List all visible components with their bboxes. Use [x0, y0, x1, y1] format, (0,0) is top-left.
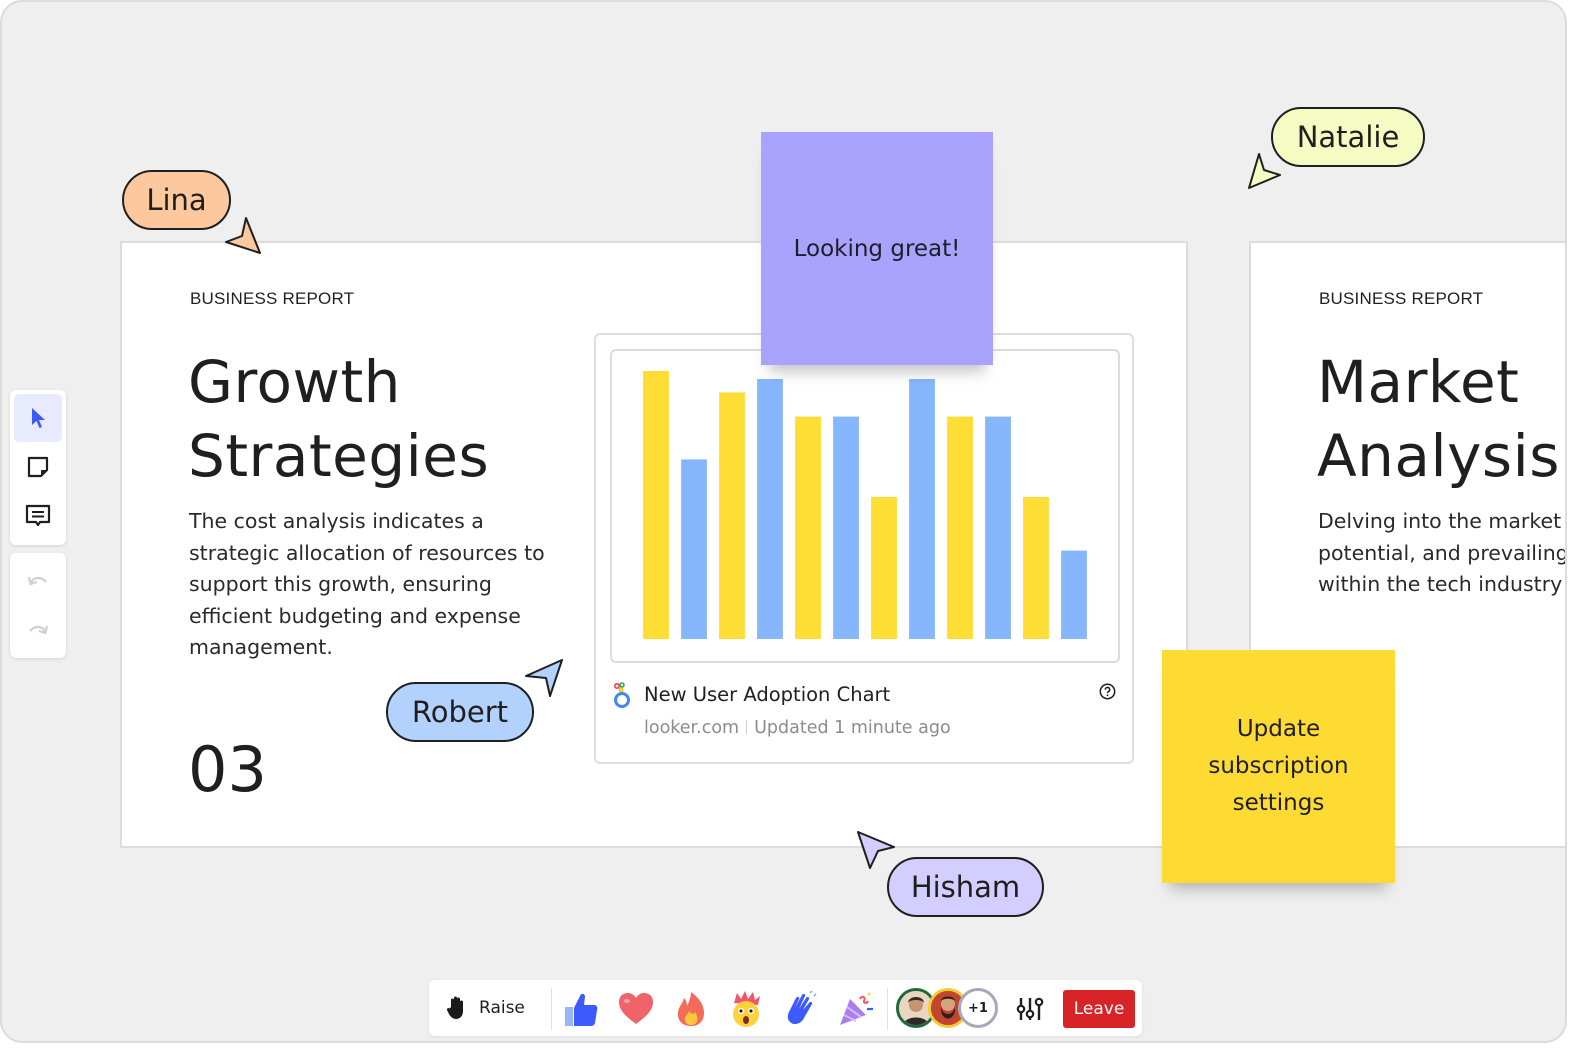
mind-blown-icon: [733, 991, 760, 1027]
cursor-pointer-icon: [1248, 153, 1281, 189]
chart-area: [610, 349, 1120, 663]
sticky-note-icon: [27, 456, 49, 478]
divider: [887, 988, 888, 1030]
sticky-note-text: Update subscription settings: [1208, 711, 1348, 822]
separator: [746, 720, 748, 734]
waving-hand-icon: [787, 990, 817, 1025]
chart-bar: [871, 497, 897, 639]
comment-tool-button[interactable]: [14, 492, 62, 540]
chart-title[interactable]: New User Adoption Chart: [644, 683, 890, 706]
slide-body-line: management.: [189, 635, 333, 659]
cursor-label-hisham: Hisham: [887, 857, 1044, 917]
more-participants-badge[interactable]: +1: [958, 988, 998, 1028]
chart-bar: [795, 416, 821, 639]
slide-body-line: strategic allocation of resources to: [189, 540, 545, 565]
help-circle-icon[interactable]: [1099, 683, 1116, 700]
reaction-mind-blown-button[interactable]: [725, 988, 767, 1030]
cursor-pointer-icon: [525, 659, 563, 697]
chart-source-line: looker.com Updated 1 minute ago: [644, 718, 951, 738]
cursor-label-lina: Lina: [122, 170, 231, 230]
redo-icon: [29, 625, 49, 635]
comment-icon: [25, 504, 51, 527]
reaction-heart-button[interactable]: [615, 988, 657, 1030]
sticky-note[interactable]: Looking great!: [761, 132, 993, 365]
chart-bar: [719, 392, 745, 639]
slide-title-line: Strategies: [188, 422, 490, 490]
slide-body-line: Delving into the market: [1318, 509, 1562, 533]
chart-bar: [1061, 550, 1087, 639]
sticky-note-line: Update: [1236, 716, 1321, 742]
undo-icon: [27, 576, 47, 586]
fire-icon: [677, 992, 704, 1026]
history-controls: [10, 553, 66, 658]
slide-title: Growth Strategies: [188, 345, 489, 493]
slide-body-line: potential, and prevailing: [1318, 540, 1567, 565]
settings-button[interactable]: [1013, 992, 1047, 1026]
reaction-fire-button[interactable]: [670, 988, 712, 1030]
chart-bar: [947, 416, 973, 639]
chart-bar: [757, 379, 783, 639]
slide-body-line: support this growth, ensuring: [189, 572, 492, 596]
slide-body-line: within the tech industry: [1318, 572, 1563, 596]
cursor-pointer-icon: [857, 831, 895, 869]
meeting-controls-bar: Raise +1 Leave: [429, 980, 1142, 1036]
slide-body: Delving into the market potential, and p…: [1318, 506, 1567, 601]
slide-title-line: Market: [1317, 348, 1520, 416]
redo-button[interactable]: [14, 606, 62, 654]
raised-hand-icon: [446, 996, 463, 1019]
slide-eyebrow: BUSINESS REPORT: [190, 289, 355, 308]
heart-icon: [619, 993, 653, 1024]
thumbs-up-icon: [565, 993, 598, 1026]
reaction-party-button[interactable]: [835, 988, 877, 1030]
whiteboard-canvas[interactable]: BUSINESS REPORT Growth Strategies The co…: [0, 0, 1567, 1043]
sliders-icon: [1016, 997, 1044, 1020]
sticky-note-line: subscription: [1208, 753, 1349, 779]
select-tool-button[interactable]: [14, 394, 62, 442]
slide-title-line: Analysis: [1317, 422, 1560, 490]
sticky-note[interactable]: Update subscription settings: [1162, 650, 1395, 883]
cursor-label-natalie: Natalie: [1271, 107, 1425, 167]
slide-number: 03: [188, 733, 267, 806]
divider: [551, 988, 552, 1030]
chart-bar: [985, 416, 1011, 639]
cursor-arrow-icon: [32, 408, 45, 428]
slide-title-line: Growth: [188, 348, 401, 416]
cursor-pointer-icon: [225, 217, 261, 254]
chart-bar: [833, 416, 859, 639]
reaction-wave-button[interactable]: [780, 988, 822, 1030]
sticky-note-line: settings: [1232, 790, 1325, 816]
slide-eyebrow: BUSINESS REPORT: [1319, 289, 1484, 308]
cursor-label-robert: Robert: [386, 682, 534, 742]
sticky-note-tool-button[interactable]: [14, 443, 62, 491]
undo-button[interactable]: [14, 557, 62, 605]
raise-hand-label: Raise: [479, 998, 525, 1018]
chart-bar: [643, 371, 669, 639]
leave-button[interactable]: Leave: [1063, 990, 1135, 1028]
slide-title: Market Analysis: [1317, 345, 1560, 493]
chart-embed-card[interactable]: New User Adoption Chart looker.com Update…: [594, 333, 1134, 764]
slide-body-line: efficient budgeting and expense: [189, 603, 521, 628]
chart-bar: [1023, 497, 1049, 639]
bar-chart: [643, 371, 1087, 639]
chart-bar: [681, 459, 707, 639]
chart-bar: [909, 379, 935, 639]
tool-palette: [10, 390, 66, 545]
sticky-note-text: Looking great!: [793, 235, 961, 262]
chart-source[interactable]: looker.com: [644, 718, 739, 738]
slide-body: The cost analysis indicates a strategic …: [189, 506, 545, 664]
reaction-thumbs-up-button[interactable]: [560, 988, 602, 1030]
party-popper-icon: [840, 992, 873, 1025]
raise-hand-button[interactable]: Raise: [445, 990, 545, 1026]
looker-icon: [613, 682, 630, 708]
slide-body-line: The cost analysis indicates a: [189, 509, 484, 533]
chart-updated: Updated 1 minute ago: [754, 718, 951, 738]
